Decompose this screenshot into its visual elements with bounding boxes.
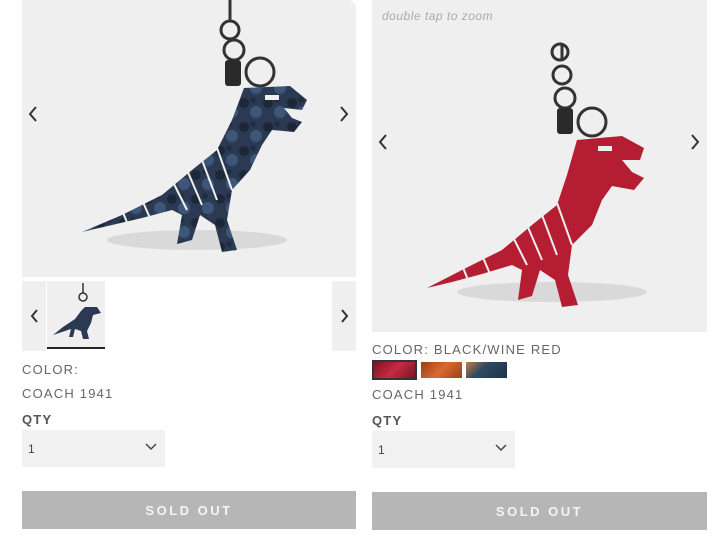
sold-out-button[interactable]: SOLD OUT xyxy=(22,491,356,529)
chevron-left-icon xyxy=(30,309,38,323)
qty-label: QTY xyxy=(372,413,403,428)
chevron-right-icon xyxy=(340,309,348,323)
product-image-carousel[interactable] xyxy=(22,0,356,277)
chevron-down-icon xyxy=(495,444,507,452)
chevron-left-icon xyxy=(28,106,37,122)
thumbnail-prev-button[interactable] xyxy=(22,281,46,351)
chevron-right-icon xyxy=(691,134,700,150)
sold-out-button[interactable]: SOLD OUT xyxy=(372,492,707,530)
swatch-black-blue-camo[interactable] xyxy=(466,362,507,378)
next-image-button[interactable] xyxy=(333,103,355,125)
chevron-down-icon xyxy=(145,443,157,451)
product-panel-right: double tap to zoom COLOR: BLACK/WINE RED… xyxy=(372,0,707,530)
qty-label: QTY xyxy=(22,412,53,427)
chevron-left-icon xyxy=(378,134,387,150)
product-image-carousel[interactable]: double tap to zoom xyxy=(372,0,707,332)
dinosaur-keychain-red-image xyxy=(427,42,647,307)
qty-select[interactable]: 1 xyxy=(22,430,165,467)
color-label: COLOR: BLACK/WINE RED xyxy=(372,342,562,357)
brand-label: COACH 1941 xyxy=(22,386,114,401)
prev-image-button[interactable] xyxy=(22,103,44,125)
thumbnail-next-button[interactable] xyxy=(332,281,356,351)
thumbnail-strip xyxy=(22,281,356,351)
qty-value: 1 xyxy=(378,442,385,457)
dinosaur-keychain-blue-image xyxy=(82,0,307,252)
dinosaur-thumbnail-image xyxy=(53,283,101,339)
next-image-button[interactable] xyxy=(684,131,706,153)
color-label: COLOR: xyxy=(22,362,80,377)
zoom-hint: double tap to zoom xyxy=(382,9,494,23)
swatch-black-orange[interactable] xyxy=(421,362,462,378)
brand-label: COACH 1941 xyxy=(372,387,464,402)
swatch-black-wine-red[interactable] xyxy=(372,360,417,380)
qty-select[interactable]: 1 xyxy=(372,431,515,468)
qty-value: 1 xyxy=(28,441,35,456)
chevron-right-icon xyxy=(340,106,349,122)
prev-image-button[interactable] xyxy=(372,131,394,153)
product-panel-left: COLOR: COACH 1941 QTY 1 SOLD OUT xyxy=(22,0,356,529)
thumbnail-image[interactable] xyxy=(47,281,105,349)
